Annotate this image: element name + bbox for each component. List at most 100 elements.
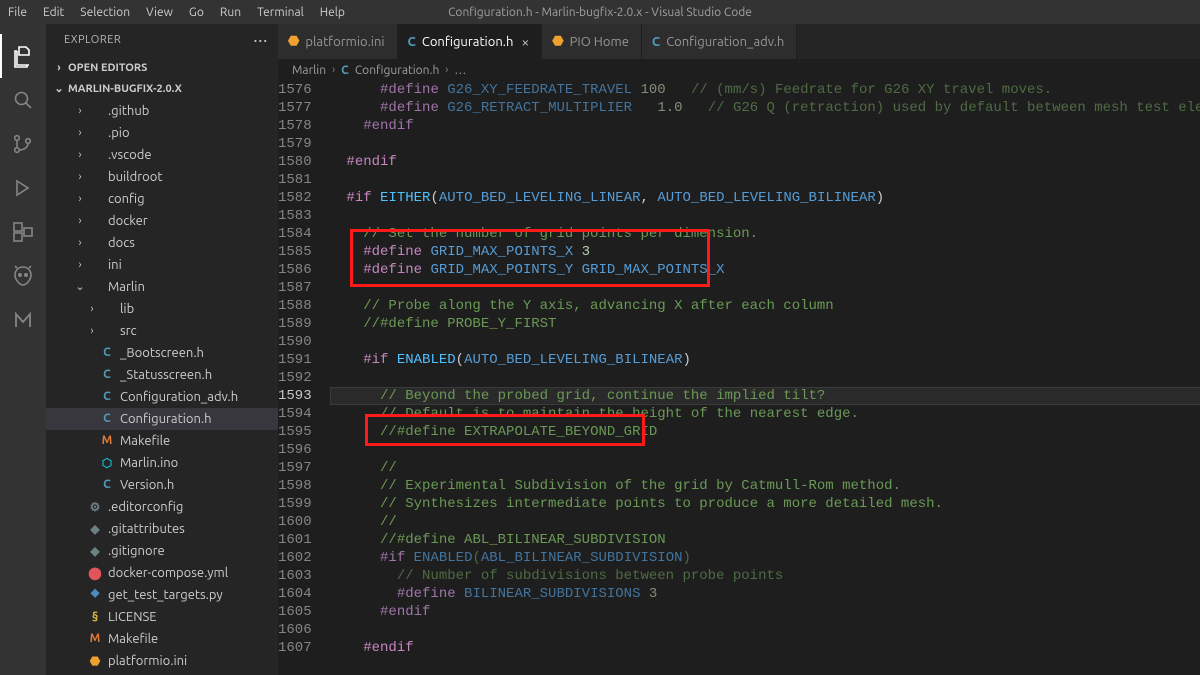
tree-item-label: _Statusscreen.h <box>120 368 212 382</box>
menu-edit[interactable]: Edit <box>35 0 72 24</box>
play-bug-icon <box>11 176 35 200</box>
editor-tab[interactable]: ⬣PIO Home <box>542 24 642 59</box>
editor-tab[interactable]: CConfiguration_adv.h <box>642 24 797 59</box>
code-line: #define GRID_MAX_POINTS_Y GRID_MAX_POINT… <box>330 261 1200 279</box>
folder-item[interactable]: ›docs <box>46 232 278 254</box>
folder-item[interactable]: ›lib <box>46 298 278 320</box>
tab-label: Configuration_adv.h <box>666 35 784 49</box>
line-number: 1583 <box>278 207 312 225</box>
code-line: #if ENABLED(AUTO_BED_LEVELING_BILINEAR) <box>330 351 1200 369</box>
folder-item[interactable]: ›docker <box>46 210 278 232</box>
code-content[interactable]: #define G26_XY_FEEDRATE_TRAVEL 100 // (m… <box>330 81 1200 675</box>
line-number: 1594 <box>278 405 312 423</box>
code-line: #if EITHER(AUTO_BED_LEVELING_LINEAR, AUT… <box>330 189 1200 207</box>
workspace-section[interactable]: ⌄ MARLIN-BUGFIX-2.0.X <box>46 78 278 99</box>
tree-item-label: .pio <box>108 126 130 140</box>
chevron-right-icon: › <box>74 127 86 139</box>
activity-run-debug[interactable] <box>0 166 46 210</box>
folder-item[interactable]: ›config <box>46 188 278 210</box>
activity-marlin[interactable] <box>0 298 46 342</box>
chevron-right-icon: › <box>74 215 86 227</box>
line-number: 1596 <box>278 441 312 459</box>
menu-selection[interactable]: Selection <box>72 0 138 24</box>
file-item[interactable]: ⬣platformio.ini <box>46 650 278 672</box>
editor-tabs: ⬣platformio.iniCConfiguration.h×⬣PIO Hom… <box>278 24 1200 59</box>
code-line: #if ENABLED(ABL_BILINEAR_SUBDIVISION) <box>330 549 1200 567</box>
line-number: 1603 <box>278 567 312 585</box>
menu-help[interactable]: Help <box>312 0 353 24</box>
file-item[interactable]: C _Statusscreen.h <box>46 364 278 386</box>
tree-item-label: docs <box>108 236 135 250</box>
file-item[interactable]: ◆.gitignore <box>46 540 278 562</box>
folder-item[interactable]: › .vscode <box>46 144 278 166</box>
line-number: 1595 <box>278 423 312 441</box>
breadcrumbs[interactable]: Marlin › C Configuration.h › … <box>278 59 1200 81</box>
code-line: // Beyond the probed grid, continue the … <box>330 387 1200 405</box>
menu-run[interactable]: Run <box>212 0 249 24</box>
chevron-right-icon: › <box>74 171 86 183</box>
editor-tab[interactable]: ⬣platformio.ini <box>278 24 398 59</box>
menu-view[interactable]: View <box>138 0 181 24</box>
activity-platformio[interactable] <box>0 254 46 298</box>
editor-tab[interactable]: CConfiguration.h× <box>398 24 543 59</box>
code-area[interactable]: 1576157715781579158015811582158315841585… <box>278 81 1200 675</box>
code-line: #endif <box>330 117 1200 135</box>
activity-explorer[interactable] <box>0 34 46 78</box>
activity-source-control[interactable] <box>0 122 46 166</box>
folder-item[interactable]: ›ini <box>46 254 278 276</box>
open-editors-section[interactable]: › OPEN EDITORS <box>46 57 278 78</box>
code-line: // <box>330 459 1200 477</box>
line-number: 1591 <box>278 351 312 369</box>
editor-area: ⬣platformio.iniCConfiguration.h×⬣PIO Hom… <box>278 24 1200 675</box>
code-line: #define BILINEAR_SUBDIVISIONS 3 <box>330 585 1200 603</box>
line-number: 1587 <box>278 279 312 297</box>
activity-extensions[interactable] <box>0 210 46 254</box>
menu-terminal[interactable]: Terminal <box>249 0 312 24</box>
tree-item-label: .gitattributes <box>108 522 185 536</box>
file-item[interactable]: ⬤docker-compose.yml <box>46 562 278 584</box>
file-item[interactable]: CConfiguration_adv.h <box>46 386 278 408</box>
sidebar-more-icon[interactable]: ··· <box>253 37 268 43</box>
code-line: // Synthesizes intermediate points to pr… <box>330 495 1200 513</box>
menu-go[interactable]: Go <box>181 0 212 24</box>
chevron-right-icon: › <box>74 149 86 161</box>
file-item[interactable]: CConfiguration.h <box>46 408 278 430</box>
folder-item[interactable]: ⌄Marlin <box>46 276 278 298</box>
line-number: 1576 <box>278 81 312 99</box>
folder-icon <box>86 213 104 229</box>
line-number-gutter: 1576157715781579158015811582158315841585… <box>278 81 330 675</box>
code-line <box>330 441 1200 459</box>
code-line: //#define ABL_BILINEAR_SUBDIVISION <box>330 531 1200 549</box>
folder-item[interactable]: ›buildroot <box>46 166 278 188</box>
file-item[interactable]: ◆.gitattributes <box>46 518 278 540</box>
file-item[interactable]: CVersion.h <box>46 474 278 496</box>
line-number: 1590 <box>278 333 312 351</box>
folder-item[interactable]: › .pio <box>46 122 278 144</box>
code-line: // <box>330 513 1200 531</box>
menu-file[interactable]: File <box>0 0 35 24</box>
line-number: 1578 <box>278 117 312 135</box>
tab-label: PIO Home <box>570 35 629 49</box>
file-item[interactable]: MMakefile <box>46 430 278 452</box>
folder-item[interactable]: ›.github <box>46 100 278 122</box>
marlin-m-icon <box>11 308 35 332</box>
folder-icon <box>86 257 104 273</box>
file-item[interactable]: §LICENSE <box>46 606 278 628</box>
tree-item-label: .vscode <box>108 148 152 162</box>
file-item[interactable]: MMakefile <box>46 628 278 650</box>
line-number: 1589 <box>278 315 312 333</box>
file-item[interactable]: ⬡Marlin.ino <box>46 452 278 474</box>
file-item[interactable]: C_Bootscreen.h <box>46 342 278 364</box>
file-item[interactable]: {}process-palette.json <box>46 672 278 675</box>
code-line: #endif <box>330 603 1200 621</box>
code-line <box>330 333 1200 351</box>
menubar: FileEditSelectionViewGoRunTerminalHelp C… <box>0 0 1200 24</box>
file-item[interactable]: ⯁get_test_targets.py <box>46 584 278 606</box>
folder-item[interactable]: ›src <box>46 320 278 342</box>
open-editors-label: OPEN EDITORS <box>68 62 147 74</box>
file-icon: C <box>98 367 116 383</box>
code-line: // Number of subdivisions between probe … <box>330 567 1200 585</box>
file-item[interactable]: ⚙.editorconfig <box>46 496 278 518</box>
activity-search[interactable] <box>0 78 46 122</box>
close-icon[interactable]: × <box>521 34 529 50</box>
